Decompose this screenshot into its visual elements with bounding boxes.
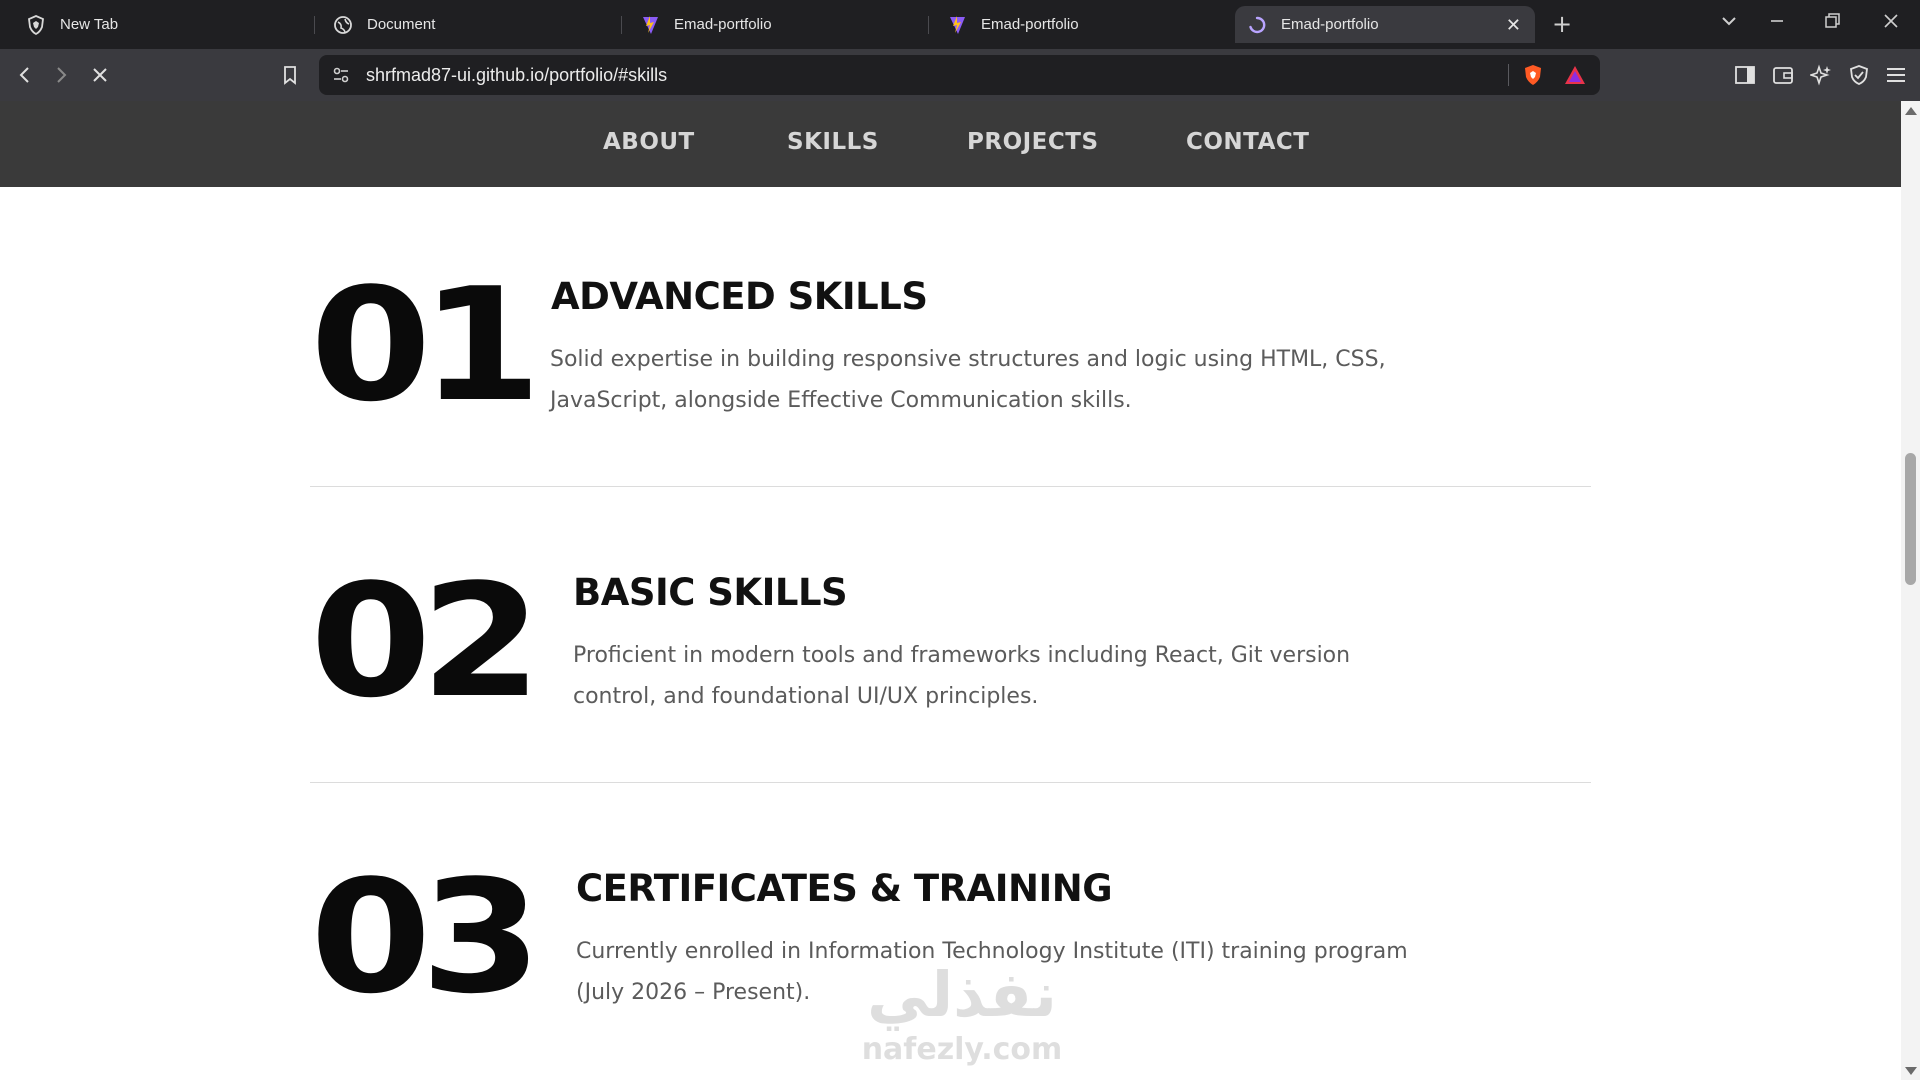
skill-description-line: Proficient in modern tools and framework…	[573, 643, 1351, 668]
menu-hamburger-icon[interactable]	[1880, 59, 1912, 91]
bookmark-icon[interactable]	[274, 59, 306, 91]
tab-separator	[314, 16, 315, 34]
skill-item-basic: 02 BASIC SKILLS Proficient in modern too…	[310, 563, 1590, 771]
leo-ai-sparkle-icon[interactable]	[1805, 59, 1837, 91]
tab-emad-portfolio-1[interactable]: Emad-portfolio	[628, 6, 928, 43]
tab-separator	[621, 16, 622, 34]
wallet-icon[interactable]	[1767, 59, 1799, 91]
skill-number: 03	[310, 846, 542, 1028]
tab-emad-portfolio-active[interactable]: Emad-portfolio ✕	[1235, 6, 1535, 43]
skill-description-line: Solid expertise in building responsive s…	[550, 347, 1386, 372]
vite-logo-icon	[947, 15, 967, 35]
watermark-arabic-text: نفذلي	[867, 958, 1057, 1031]
address-bar-divider	[1508, 64, 1509, 86]
nav-link-skills[interactable]: SKILLS	[787, 129, 879, 155]
tab-search-chevron-icon[interactable]	[1720, 11, 1738, 35]
forward-arrow-icon[interactable]	[45, 59, 77, 91]
skill-item-advanced: 01 ADVANCED SKILLS Solid expertise in bu…	[310, 267, 1590, 475]
nav-link-projects[interactable]: PROJECTS	[967, 129, 1099, 155]
tab-document[interactable]: Document	[321, 6, 621, 43]
skill-title: CERTIFICATES & TRAINING	[576, 867, 1113, 910]
nav-link-contact[interactable]: CONTACT	[1186, 129, 1309, 155]
tab-new-tab[interactable]: New Tab	[14, 6, 314, 43]
tab-title: New Tab	[60, 16, 119, 33]
skill-title: BASIC SKILLS	[573, 571, 848, 614]
tab-title: Emad-portfolio	[981, 16, 1079, 33]
skill-number: 01	[310, 254, 542, 436]
skill-description: Solid expertise in building responsive s…	[550, 339, 1420, 421]
skill-description: Proficient in modern tools and framework…	[573, 635, 1443, 717]
site-navbar: ABOUT SKILLS PROJECTS CONTACT	[0, 101, 1901, 187]
back-arrow-icon[interactable]	[9, 59, 41, 91]
url-text: shrfmad87-ui.github.io/portfolio/#skills	[366, 65, 668, 85]
scroll-down-arrow-icon[interactable]	[1905, 1067, 1917, 1075]
skill-description-line: control, and foundational UI/UX principl…	[573, 684, 1039, 709]
vpn-shield-icon[interactable]	[1843, 59, 1875, 91]
close-tab-icon[interactable]: ✕	[1506, 15, 1521, 36]
skill-number: 02	[310, 550, 542, 732]
brave-shields-icon[interactable]	[1522, 64, 1544, 90]
tab-separator	[928, 16, 929, 34]
tab-title: Emad-portfolio	[674, 16, 772, 33]
watermark-latin-text: nafezly.com	[861, 1032, 1063, 1067]
minimize-window-icon[interactable]	[1768, 11, 1786, 35]
stop-loading-icon[interactable]	[84, 59, 116, 91]
vite-logo-icon	[640, 15, 660, 35]
tab-title: Document	[367, 16, 436, 33]
loading-spinner-icon	[1247, 15, 1267, 35]
page-viewport: ABOUT SKILLS PROJECTS CONTACT 01 ADVANCE…	[0, 101, 1901, 1080]
skill-title: ADVANCED SKILLS	[551, 275, 928, 318]
tab-title: Emad-portfolio	[1281, 16, 1379, 33]
address-bar[interactable]: shrfmad87-ui.github.io/portfolio/#skills	[319, 55, 1600, 95]
scroll-up-arrow-icon[interactable]	[1905, 107, 1917, 115]
nafezly-watermark: نفذلي nafezly.com	[852, 958, 1072, 1068]
globe-icon	[333, 15, 353, 35]
page-scrollbar[interactable]	[1901, 101, 1920, 1080]
sidebar-toggle-icon[interactable]	[1729, 59, 1761, 91]
brave-rewards-icon[interactable]	[1564, 65, 1586, 89]
close-window-icon[interactable]	[1882, 11, 1900, 35]
skill-description-line: JavaScript, alongside Effective Communic…	[550, 388, 1132, 413]
browser-tab-strip: New Tab Document Emad-portfolio Emad-por…	[0, 0, 1920, 49]
section-divider	[310, 486, 1591, 487]
restore-window-icon[interactable]	[1823, 11, 1841, 35]
scroll-thumb[interactable]	[1905, 453, 1916, 585]
brave-shield-icon	[26, 14, 46, 35]
nav-link-about[interactable]: ABOUT	[603, 129, 695, 155]
tab-emad-portfolio-2[interactable]: Emad-portfolio	[935, 6, 1235, 43]
site-settings-icon[interactable]	[331, 65, 351, 89]
section-divider	[310, 782, 1591, 783]
new-tab-button[interactable]: +	[1552, 10, 1572, 38]
browser-toolbar: shrfmad87-ui.github.io/portfolio/#skills	[0, 49, 1920, 101]
